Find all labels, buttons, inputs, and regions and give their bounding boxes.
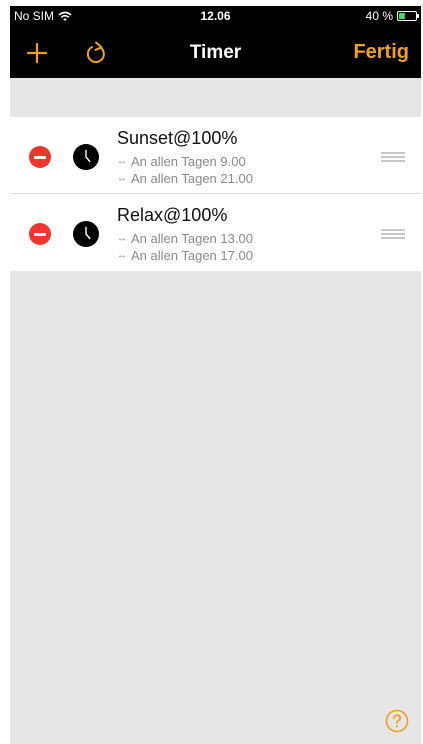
nav-bar: Timer Fertig [10,26,421,78]
timer-on-text: An allen Tagen 13.00 [131,231,253,246]
timer-off-text: An allen Tagen 21.00 [131,171,253,186]
battery-icon [397,11,419,21]
timer-row[interactable]: Sunset@100% ↔ An allen Tagen 9.00 ↔ An a… [10,117,421,194]
timer-off-schedule: ↔ An allen Tagen 17.00 [117,248,253,263]
arrow-icon: ↔ [117,233,127,244]
battery-percent: 40 % [365,9,393,23]
timer-title: Relax@100% [117,205,228,225]
charging-bolt-icon [404,12,410,20]
app-screen: No SIM 12.06 40 % Timer Fertig Sunset@10… [10,6,421,744]
timer-list: Sunset@100% ↔ An allen Tagen 9.00 ↔ An a… [10,117,421,271]
timer-row[interactable]: Relax@100% ↔ An allen Tagen 13.00 ↔ An a… [10,194,421,271]
status-right: 40 % [365,9,419,23]
arrow-icon: ↔ [117,156,127,167]
clock-icon [73,221,99,247]
status-bar: No SIM 12.06 40 % [10,6,421,26]
delete-timer-button[interactable] [29,146,51,168]
timer-on-text: An allen Tagen 9.00 [131,154,246,169]
arrow-icon: ↔ [117,173,127,184]
timer-on-schedule: ↔ An allen Tagen 13.00 [117,231,253,246]
help-icon[interactable] [385,709,409,733]
reorder-handle-icon[interactable] [381,229,405,239]
reorder-handle-icon[interactable] [381,152,405,162]
done-button[interactable]: Fertig [353,41,409,64]
timer-off-schedule: ↔ An allen Tagen 21.00 [117,171,253,186]
clock-icon [73,144,99,170]
status-time: 12.06 [200,9,231,23]
timer-title: Sunset@100% [117,128,238,148]
timer-off-text: An allen Tagen 17.00 [131,248,253,263]
arrow-icon: ↔ [117,250,127,261]
delete-timer-button[interactable] [29,223,51,245]
timer-on-schedule: ↔ An allen Tagen 9.00 [117,154,246,169]
